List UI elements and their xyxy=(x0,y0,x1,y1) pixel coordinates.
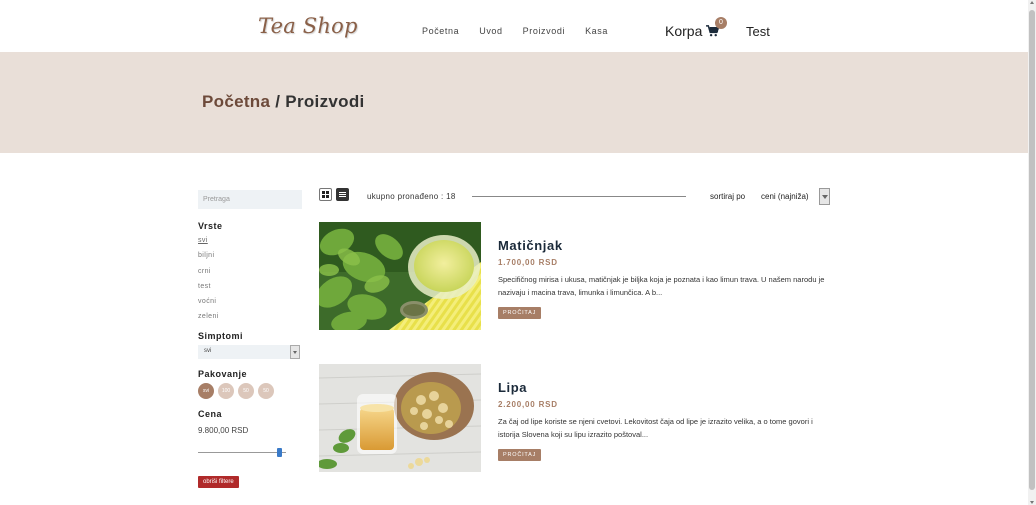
pack-option-50[interactable]: 50 xyxy=(238,382,254,399)
site-logo[interactable]: Tea Shop xyxy=(258,14,358,38)
results-toolbar: ukupno pronađeno : 18 sortiraj po ceni (… xyxy=(319,188,831,205)
breadcrumb: Početna / Proizvodi xyxy=(202,92,365,112)
cart-link[interactable]: Korpa xyxy=(665,23,720,39)
price-slider-handle[interactable] xyxy=(277,447,282,457)
scroll-down-icon[interactable] xyxy=(1030,501,1034,504)
symptoms-selected-value: svi xyxy=(204,347,212,354)
type-item-vocni[interactable]: voćni xyxy=(198,298,302,313)
types-title: Vrste xyxy=(198,221,223,231)
cart-count-badge: 0 xyxy=(715,17,727,29)
page-scrollbar[interactable] xyxy=(1028,0,1036,505)
pack-option-svi[interactable]: svi xyxy=(198,382,214,399)
product-card: Matičnjak 1.700,00 RSD Specifičnog miris… xyxy=(319,222,834,330)
product-description: Za čaj od lipe koriste se njeni cvetovi.… xyxy=(498,417,813,439)
chevron-down-icon xyxy=(290,344,300,359)
price-slider-track xyxy=(198,451,286,453)
breadcrumb-current: / Proizvodi xyxy=(275,92,365,111)
price-value: 9.800,00 RSD xyxy=(198,425,249,435)
packaging-options: svi 100 50 50 xyxy=(198,382,302,399)
top-navbar: Tea Shop Početna Uvod Proizvodi Kasa Kor… xyxy=(0,0,1028,52)
search-input[interactable] xyxy=(198,190,302,209)
nav-item-pocetna[interactable]: Početna xyxy=(422,26,459,36)
read-more-button[interactable]: PROČITAJ xyxy=(498,307,542,319)
product-info: Lipa 2.200,00 RSD Za čaj od lipe koriste… xyxy=(498,364,834,461)
scrollbar-thumb[interactable] xyxy=(1029,10,1035,490)
sort-label: sortiraj po xyxy=(710,192,746,201)
product-info: Matičnjak 1.700,00 RSD Specifičnog miris… xyxy=(498,222,834,319)
pack-option-50b[interactable]: 50 xyxy=(258,382,274,399)
sort-selected-value: ceni (najniža) xyxy=(761,192,809,201)
type-item-biljni[interactable]: biljni xyxy=(198,252,302,267)
page-hero: Početna / Proizvodi xyxy=(0,52,1028,153)
price-slider[interactable] xyxy=(198,447,286,457)
product-image[interactable] xyxy=(319,222,481,330)
cart-label: Korpa xyxy=(665,23,703,39)
results-count: ukupno pronađeno : 18 xyxy=(367,192,456,201)
symptoms-title: Simptomi xyxy=(198,330,244,341)
grid-view-icon[interactable] xyxy=(319,188,332,201)
type-item-test[interactable]: test xyxy=(198,283,302,298)
price-title: Cena xyxy=(198,408,223,419)
read-more-button[interactable]: PROČITAJ xyxy=(498,449,542,461)
user-menu[interactable]: Test xyxy=(746,24,770,39)
chevron-down-icon xyxy=(819,188,830,205)
packaging-title: Pakovanje xyxy=(198,368,248,379)
product-image[interactable] xyxy=(319,364,481,472)
type-item-svi[interactable]: svi xyxy=(198,237,302,252)
nav-item-proizvodi[interactable]: Proizvodi xyxy=(523,26,565,36)
sort-select[interactable]: ceni (najniža) xyxy=(759,188,830,205)
type-item-zeleni[interactable]: zeleni xyxy=(198,313,302,328)
product-card: Lipa 2.200,00 RSD Za čaj od lipe koriste… xyxy=(319,364,834,472)
filter-sidebar: Vrste svi biljni crni test voćni zeleni … xyxy=(198,188,302,488)
product-description: Specifičnog mirisa i ukusa, matičnjak je… xyxy=(498,275,825,297)
product-price: 1.700,00 RSD xyxy=(498,258,558,267)
scroll-up-icon[interactable] xyxy=(1030,1,1034,4)
types-list: svi biljni crni test voćni zeleni xyxy=(198,237,302,329)
product-name[interactable]: Matičnjak xyxy=(498,238,834,253)
pack-option-100[interactable]: 100 xyxy=(218,382,234,399)
clear-filters-button[interactable]: obriši filtere xyxy=(198,475,239,488)
product-price: 2.200,00 RSD xyxy=(498,400,558,409)
symptoms-select[interactable]: svi xyxy=(198,344,300,359)
nav-item-uvod[interactable]: Uvod xyxy=(479,26,502,36)
product-name[interactable]: Lipa xyxy=(498,380,834,395)
product-photo-maticnjak xyxy=(319,222,481,330)
toolbar-divider xyxy=(472,196,686,197)
product-photo-lipa xyxy=(319,364,481,472)
main-nav: Početna Uvod Proizvodi Kasa xyxy=(422,26,608,36)
nav-item-kasa[interactable]: Kasa xyxy=(585,26,608,36)
list-view-icon[interactable] xyxy=(336,188,349,201)
type-item-crni[interactable]: crni xyxy=(198,268,302,283)
breadcrumb-home[interactable]: Početna xyxy=(202,92,270,111)
